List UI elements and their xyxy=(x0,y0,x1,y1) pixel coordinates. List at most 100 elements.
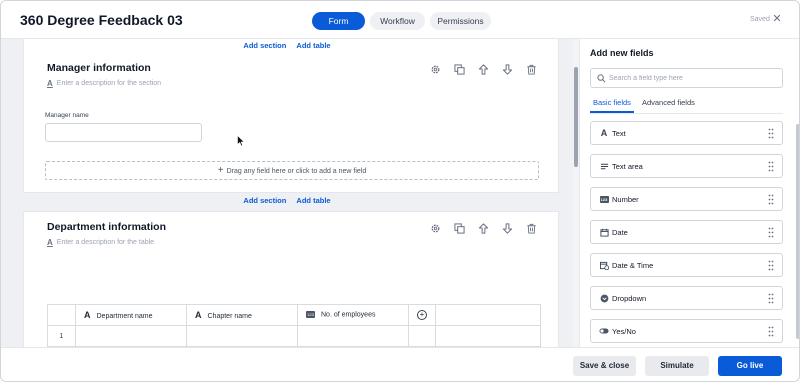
add-links-middle: Add section Add table xyxy=(1,196,573,205)
field-type-label: Date xyxy=(612,228,628,237)
add-field-dropzone[interactable]: + Drag any field here or click to add a n… xyxy=(45,161,539,180)
tab-workflow[interactable]: Workflow xyxy=(370,12,425,30)
canvas-scrollbar-thumb[interactable] xyxy=(574,67,578,167)
table-toolbar xyxy=(429,222,538,235)
column-label: Chapter name xyxy=(207,313,252,320)
add-section-link[interactable]: Add section xyxy=(243,196,286,205)
tab-permissions[interactable]: Permissions xyxy=(430,12,491,30)
manager-name-label: Manager name xyxy=(45,112,89,119)
field-search-input[interactable] xyxy=(609,69,781,87)
drag-handle-icon[interactable] xyxy=(768,326,774,337)
app-window: 360 Degree Feedback 03 Form Workflow Per… xyxy=(0,0,800,382)
row-number-header xyxy=(47,304,76,326)
table-description[interactable]: A Enter a description for the table xyxy=(47,238,154,247)
field-type-label: Yes/No xyxy=(612,327,636,336)
mouse-cursor-icon xyxy=(237,135,245,147)
add-table-link[interactable]: Add table xyxy=(296,196,330,205)
table-title: Department information xyxy=(47,221,167,233)
field-type-dropdown[interactable]: Dropdown xyxy=(590,286,783,310)
section-description[interactable]: A Enter a description for the section xyxy=(47,79,161,88)
tab-basic-fields[interactable]: Basic fields xyxy=(590,98,634,113)
field-type-text-area[interactable]: Text area xyxy=(590,154,783,178)
text-format-icon: A xyxy=(47,238,53,247)
field-type-text[interactable]: A Text xyxy=(590,121,783,145)
date-time-icon xyxy=(599,260,609,270)
section-title: Manager information xyxy=(47,62,151,74)
field-type-number[interactable]: 123 Number xyxy=(590,187,783,211)
simulate-button[interactable]: Simulate xyxy=(645,356,709,376)
table-cell xyxy=(408,325,436,347)
section-card: Manager information A Enter a descriptio… xyxy=(23,39,559,193)
field-type-yes-no[interactable]: Yes/No xyxy=(590,319,783,343)
column-label: Department name xyxy=(96,313,153,320)
move-down-icon[interactable] xyxy=(501,63,514,76)
text-icon: A xyxy=(84,310,91,320)
tabs-divider xyxy=(590,113,783,114)
settings-icon[interactable] xyxy=(429,222,442,235)
column-label: No. of employees xyxy=(321,311,376,319)
plus-icon: + xyxy=(217,165,224,176)
table-cell xyxy=(435,325,541,347)
field-type-date[interactable]: Date xyxy=(590,220,783,244)
move-down-icon[interactable] xyxy=(501,222,514,235)
text-format-icon: A xyxy=(47,79,53,88)
move-up-icon[interactable] xyxy=(477,222,490,235)
delete-icon[interactable] xyxy=(525,63,538,76)
search-icon xyxy=(597,74,606,83)
manager-name-field[interactable] xyxy=(45,123,202,142)
dropzone-text: Drag any field here or click to add a ne… xyxy=(226,168,367,175)
drag-handle-icon[interactable] xyxy=(768,128,774,139)
text-icon: A xyxy=(600,128,608,138)
empty-header-cell xyxy=(435,304,541,326)
add-section-link[interactable]: Add section xyxy=(243,41,286,50)
drag-handle-icon[interactable] xyxy=(768,161,774,172)
field-type-tabs: Basic fields Advanced fields xyxy=(590,98,695,113)
table-card: Department information A Enter a descrip… xyxy=(23,211,559,347)
go-live-button[interactable]: Go live xyxy=(718,356,782,376)
duplicate-icon[interactable] xyxy=(453,63,466,76)
drag-handle-icon[interactable] xyxy=(768,227,774,238)
drag-handle-icon[interactable] xyxy=(768,260,774,271)
add-column-cell: + xyxy=(408,304,436,326)
column-header[interactable]: 123 No. of employees xyxy=(297,304,409,326)
footer-bar: Save & close Simulate Go live xyxy=(1,347,799,381)
save-status: Saved xyxy=(750,16,770,23)
row-number: 1 xyxy=(47,325,76,347)
section-toolbar xyxy=(429,63,538,76)
drag-handle-icon[interactable] xyxy=(768,293,774,304)
drag-handle-icon[interactable] xyxy=(768,194,774,205)
add-links-top: Add section Add table xyxy=(1,41,573,50)
close-icon[interactable]: ✕ xyxy=(772,14,782,25)
tab-form[interactable]: Form xyxy=(312,12,365,30)
mode-tabs: Form Workflow Permissions xyxy=(312,12,491,30)
table-cell[interactable] xyxy=(75,325,187,347)
column-header[interactable]: A Chapter name xyxy=(186,304,298,326)
table-row: 1 xyxy=(47,325,541,347)
panel-title: Add new fields xyxy=(590,48,654,58)
field-type-label: Date & Time xyxy=(612,261,654,270)
section-description-placeholder: Enter a description for the section xyxy=(56,80,162,87)
table-header-row: A Department name A Chapter name 123 No. of… xyxy=(47,304,541,326)
tab-advanced-fields[interactable]: Advanced fields xyxy=(642,98,695,113)
save-close-button[interactable]: Save & close xyxy=(573,356,636,376)
duplicate-icon[interactable] xyxy=(453,222,466,235)
field-type-label: Dropdown xyxy=(612,294,647,303)
field-type-label: Text xyxy=(612,129,626,138)
field-type-label: Text area xyxy=(612,162,643,171)
column-header[interactable]: A Department name xyxy=(75,304,187,326)
toggle-icon xyxy=(599,326,609,336)
add-table-link[interactable]: Add table xyxy=(296,41,330,50)
add-column-icon[interactable]: + xyxy=(417,310,427,320)
field-search-box xyxy=(590,68,783,88)
text-icon: A xyxy=(195,310,202,320)
field-type-date-time[interactable]: Date & Time xyxy=(590,253,783,277)
dropdown-icon xyxy=(599,293,609,303)
move-up-icon[interactable] xyxy=(477,63,490,76)
form-title: 360 Degree Feedback 03 xyxy=(20,12,183,28)
delete-icon[interactable] xyxy=(525,222,538,235)
panel-scrollbar[interactable] xyxy=(796,124,799,339)
field-type-label: Number xyxy=(612,195,639,204)
table-cell[interactable] xyxy=(297,325,409,347)
settings-icon[interactable] xyxy=(429,63,442,76)
table-cell[interactable] xyxy=(186,325,298,347)
